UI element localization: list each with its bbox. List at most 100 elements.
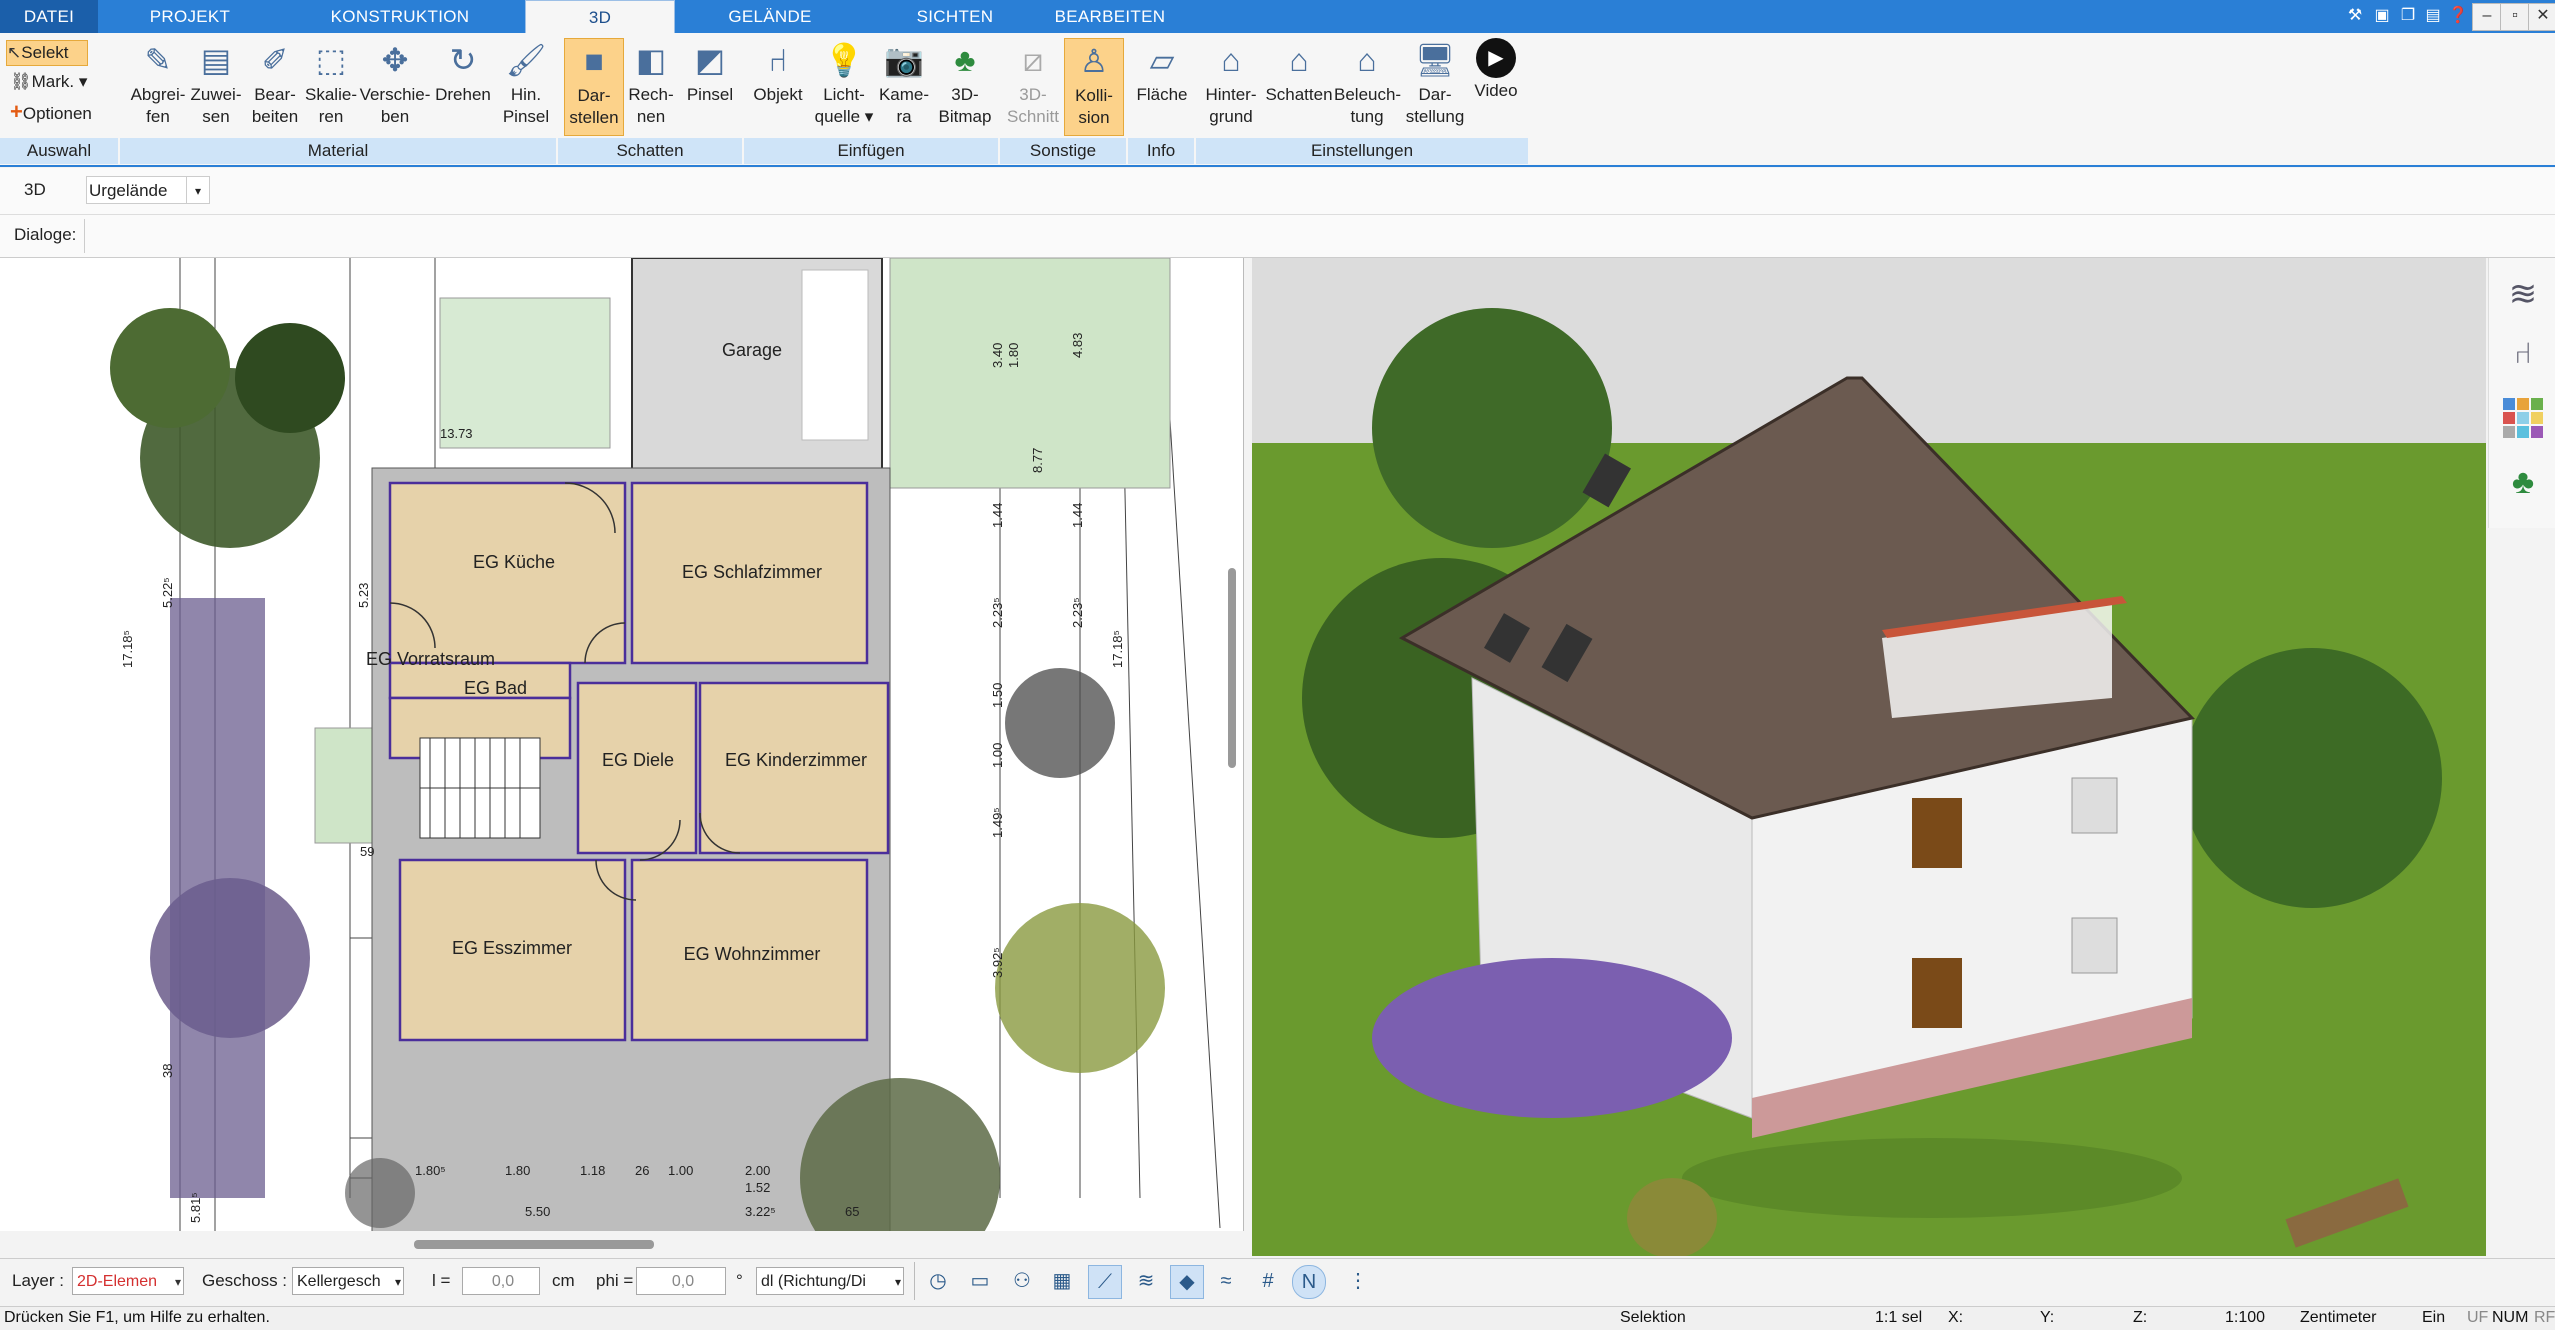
dim-label: 26 xyxy=(635,1163,649,1178)
minimize-button[interactable]: – xyxy=(2472,3,2502,31)
floor-plan-view[interactable]: Garage EG Küche EG Schlafzimmer EG Vorra… xyxy=(0,258,1244,1231)
help-icon[interactable]: ❓ xyxy=(2446,5,2470,27)
phi-input[interactable]: 0,0 xyxy=(636,1267,726,1295)
status-selection: 1:1 sel xyxy=(1875,1309,1923,1326)
people-icon[interactable]: ⚇ xyxy=(1006,1265,1038,1297)
status-flag-num: NUM xyxy=(2492,1309,2529,1326)
brush-icon: 🖌 xyxy=(505,42,547,78)
tab-konstruktion[interactable]: KONSTRUKTION xyxy=(300,0,500,33)
dim-label: 8.77 xyxy=(1030,448,1045,473)
tab-projekt[interactable]: PROJEKT xyxy=(110,0,270,33)
tab-sichten[interactable]: SICHTEN xyxy=(880,0,1030,33)
shrub xyxy=(1627,1178,1717,1256)
layer-select[interactable]: 2D-Elemen ▾ xyxy=(72,1267,184,1295)
horizontal-scrollbar[interactable] xyxy=(414,1240,654,1249)
sonstige-button-1[interactable]: ♙ Kolli- sion xyxy=(1064,38,1124,136)
material-button-1[interactable]: ▤ Zuwei- sen xyxy=(188,38,244,134)
materials-icon[interactable] xyxy=(2503,398,2543,438)
material-button-2[interactable]: ✐ Bear- beiten xyxy=(244,38,306,134)
einstellungen-button-2[interactable]: ⌂ Beleuch- tung xyxy=(1334,38,1401,134)
wall-view-icon[interactable]: ⟋ xyxy=(1088,1265,1122,1299)
einfuegen-button-0[interactable]: ⑁ Objekt xyxy=(748,38,808,134)
floor-select[interactable]: Kellergesch ▾ xyxy=(292,1267,404,1295)
einstellungen-button-0[interactable]: ⌂ Hinter- grund xyxy=(1200,38,1262,134)
north-icon[interactable]: N xyxy=(1292,1265,1326,1299)
edit-material-icon: ✐ xyxy=(261,42,289,78)
einstellungen-button-3[interactable]: 🖥 Dar- stellung xyxy=(1404,38,1466,134)
right-sidebar: ≋ ⑁ ♣ xyxy=(2488,258,2555,528)
group-sonstige: Sonstige xyxy=(1000,138,1126,164)
chair-icon[interactable]: ⑁ xyxy=(2503,334,2543,374)
l-input[interactable]: 0,0 xyxy=(462,1267,540,1295)
l-unit: cm xyxy=(552,1271,575,1290)
terrain-select[interactable]: Urgelände ▾ xyxy=(86,176,210,204)
tree-back-icon xyxy=(1372,308,1612,548)
room-label-diele: EG Diele xyxy=(602,750,674,770)
material-button-0[interactable]: ✎ Abgrei- fen xyxy=(126,38,190,134)
schatten-button-0[interactable]: ■ Dar- stellen xyxy=(564,38,624,136)
tab-3d[interactable]: 3D xyxy=(525,0,675,34)
tab-gelaende[interactable]: GELÄNDE xyxy=(690,0,850,33)
close-button[interactable]: ✕ xyxy=(2528,3,2555,31)
floors-icon[interactable]: ▦ xyxy=(1046,1265,1078,1297)
schatten-button-2[interactable]: ◩ Pinsel xyxy=(682,38,738,134)
mark-button[interactable]: ⛓Mark. ▾ xyxy=(10,70,87,94)
schatten-button-label: Rech- nen xyxy=(628,85,674,126)
layout-icon[interactable]: ▤ xyxy=(2421,5,2445,27)
terrain-icon[interactable]: ≈ xyxy=(1210,1265,1242,1297)
dim-label: 3.22⁵ xyxy=(745,1204,776,1219)
grid-icon[interactable]: # xyxy=(1252,1265,1284,1297)
einstellungen-button-1[interactable]: ⌂ Schatten xyxy=(1264,38,1334,134)
sonstige-button-0[interactable]: ⧄ 3D- Schnitt xyxy=(1004,38,1062,134)
einstellungen-button-label: Hinter- grund xyxy=(1205,85,1257,126)
material-button-4[interactable]: ✥ Verschie- ben xyxy=(358,38,432,134)
layers-icon[interactable]: ≋ xyxy=(2503,274,2543,314)
chevron-down-icon: ▾ xyxy=(394,1275,401,1289)
tab-datei[interactable]: DATEI xyxy=(0,0,98,33)
status-x: X: xyxy=(1948,1309,1964,1326)
display-monitor-icon: 🖥 xyxy=(1414,42,1456,78)
window-restore-icon[interactable]: ❐ xyxy=(2396,5,2420,27)
phi-input-value: 0,0 xyxy=(671,1273,695,1290)
dim-label: 1.00 xyxy=(990,743,1005,768)
paint-assign-icon: ▤ xyxy=(200,42,232,78)
info-button-0[interactable]: ▱ Fläche xyxy=(1134,38,1190,134)
schatten-button-1[interactable]: ◧ Rech- nen xyxy=(622,38,680,134)
dim-label: 17.18⁵ xyxy=(1110,630,1125,668)
options-button[interactable]: +Optionen xyxy=(10,100,92,126)
plant-icon[interactable]: ♣ xyxy=(2503,458,2543,506)
room-label-schlafzimmer: EG Schlafzimmer xyxy=(682,562,822,582)
3d-view[interactable] xyxy=(1252,258,2486,1256)
monitor-icon[interactable]: ▭ xyxy=(964,1265,996,1297)
info-icon[interactable]: ⋮ xyxy=(1342,1265,1374,1297)
einstellungen-button-4[interactable]: ▶ Video xyxy=(1468,38,1524,134)
einfuegen-button-3[interactable]: ♣ 3D- Bitmap xyxy=(936,38,994,134)
hatch-icon[interactable]: ≋ xyxy=(1130,1265,1162,1297)
group-info: Info xyxy=(1128,138,1194,164)
material-button-5[interactable]: ↻ Drehen xyxy=(432,38,494,134)
select-button[interactable]: ↖Selekt xyxy=(6,40,88,66)
plane-icon[interactable]: ◆ xyxy=(1170,1265,1204,1299)
tree-cluster-left xyxy=(110,308,345,1198)
einfuegen-button-label: Licht- quelle ▾ xyxy=(814,85,874,126)
vertical-scrollbar[interactable] xyxy=(1228,568,1236,768)
einfuegen-button-label: Kame- ra xyxy=(878,85,930,126)
maximize-button[interactable]: ▫ xyxy=(2500,3,2530,31)
einfuegen-button-1[interactable]: 💡 Licht- quelle ▾ xyxy=(812,38,876,134)
material-button-6[interactable]: 🖌 Hin. Pinsel xyxy=(496,38,556,134)
dim-label: 17.18⁵ xyxy=(120,630,135,668)
background-house-icon: ⌂ xyxy=(1221,42,1241,78)
einfuegen-button-2[interactable]: 📷 Kame- ra xyxy=(876,38,932,134)
direction-select[interactable]: dl (Richtung/Di ▾ xyxy=(756,1267,904,1295)
status-scale: 1:100 xyxy=(2225,1309,2266,1326)
cube-brush-icon: ◩ xyxy=(694,42,726,78)
tools-icon[interactable]: ⚒ xyxy=(2343,5,2367,27)
terrain-select-value: Urgelände xyxy=(89,181,168,200)
dim-label: 1.80 xyxy=(505,1163,530,1178)
window-tile-icon[interactable]: ▣ xyxy=(2370,5,2394,27)
material-button-3[interactable]: ⬚ Skalie- ren xyxy=(300,38,362,134)
clock-icon[interactable]: ◷ xyxy=(922,1265,954,1297)
tab-bearbeiten[interactable]: BEARBEITEN xyxy=(1040,0,1180,33)
area-icon: ▱ xyxy=(1149,42,1175,78)
material-button-label: Abgrei- fen xyxy=(130,85,186,126)
